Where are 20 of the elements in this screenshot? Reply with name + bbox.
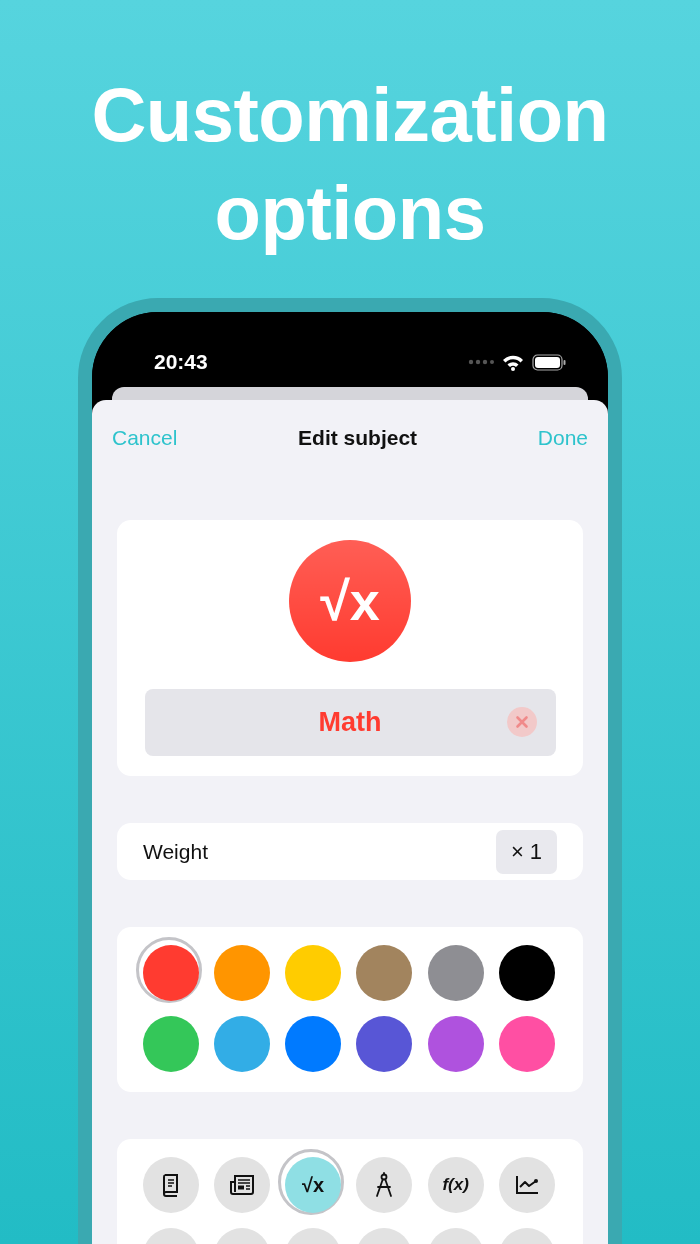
- weight-button[interactable]: × 1: [496, 829, 557, 874]
- icon-option[interactable]: f(x): [427, 1157, 484, 1213]
- line-chart-icon: [515, 1175, 539, 1195]
- clear-icon[interactable]: [506, 707, 537, 737]
- sheet-title: Edit subject: [298, 426, 418, 450]
- color-swatch[interactable]: [142, 945, 199, 1001]
- icon-option[interactable]: √x: [285, 1157, 342, 1213]
- book-icon: [160, 1173, 181, 1197]
- weight-label: Weight: [143, 839, 208, 864]
- icon-option[interactable]: [499, 1157, 555, 1213]
- battery-icon: [532, 353, 566, 371]
- headline: Customization options: [90, 71, 610, 257]
- color-swatch[interactable]: [499, 945, 555, 1001]
- subject-glyph: √x: [320, 570, 380, 632]
- status-time: 20:43: [154, 350, 208, 374]
- color-swatch[interactable]: [499, 1016, 555, 1072]
- wifi-icon: [502, 353, 524, 371]
- newspaper-icon: [228, 1174, 255, 1196]
- drafting-compass-icon: [374, 1172, 395, 1198]
- signal-icon: [468, 359, 494, 365]
